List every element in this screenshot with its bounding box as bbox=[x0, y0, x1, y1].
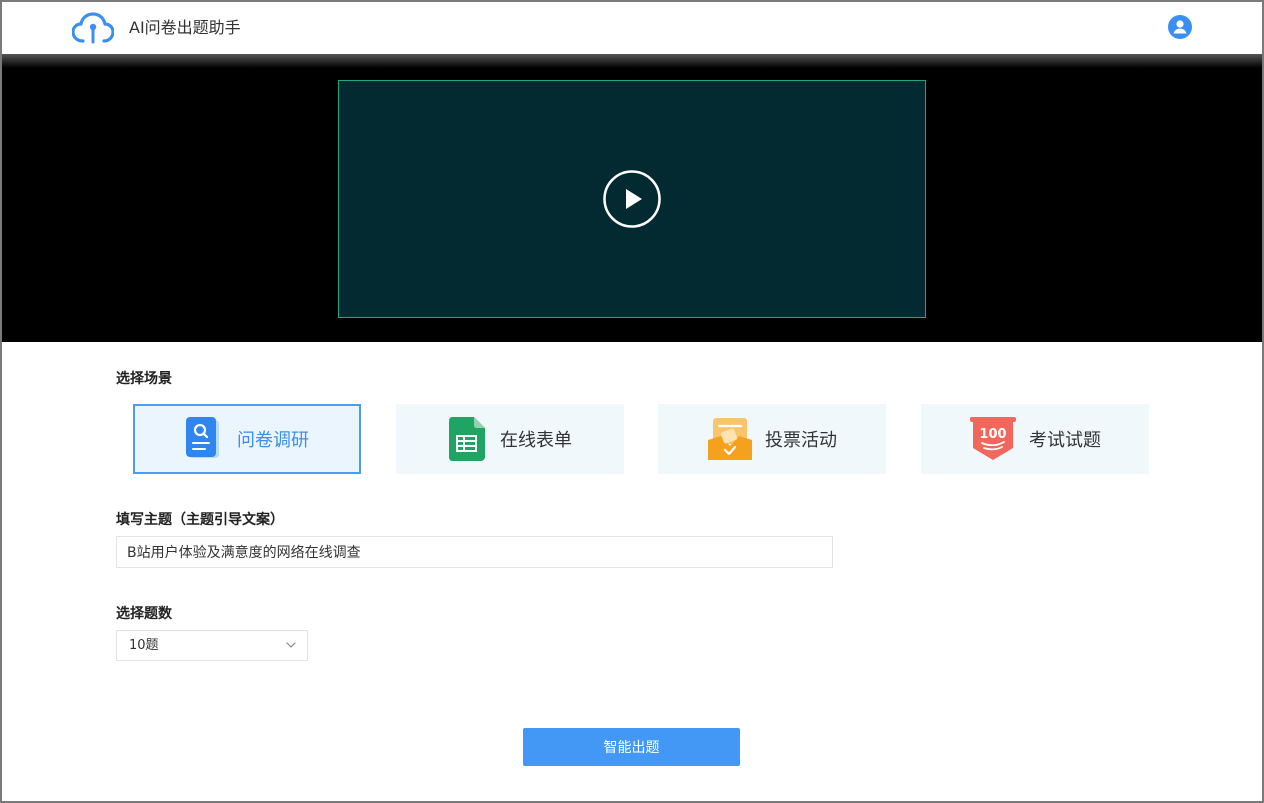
hero-banner bbox=[2, 54, 1262, 342]
cloud-upload-icon bbox=[72, 12, 114, 44]
topic-input[interactable] bbox=[116, 536, 833, 568]
hero-shadow bbox=[2, 54, 1262, 68]
play-icon[interactable] bbox=[603, 170, 661, 228]
app-title: AI问卷出题助手 bbox=[129, 18, 241, 37]
exam-score-100-icon: 100 bbox=[970, 417, 1016, 460]
scene-option-label: 问卷调研 bbox=[237, 430, 309, 451]
scene-section-label: 选择场景 bbox=[116, 371, 172, 387]
spreadsheet-form-icon bbox=[449, 417, 485, 461]
app-window: AI问卷出题助手 选择场景 问卷调研 在线表单 投票活动 100 考试试题 填写… bbox=[0, 0, 1264, 803]
user-avatar-icon[interactable] bbox=[1168, 15, 1192, 39]
survey-document-icon bbox=[186, 417, 219, 458]
video-player[interactable] bbox=[338, 80, 926, 318]
svg-text:100: 100 bbox=[979, 427, 1006, 442]
scene-option-vote[interactable]: 投票活动 bbox=[658, 404, 886, 474]
scene-option-label: 在线表单 bbox=[500, 430, 572, 451]
question-count-select[interactable]: 10题 bbox=[116, 630, 308, 661]
scene-option-exam[interactable]: 100 考试试题 bbox=[921, 404, 1149, 474]
scene-option-form[interactable]: 在线表单 bbox=[396, 404, 624, 474]
count-section-label: 选择题数 bbox=[116, 606, 172, 622]
scene-option-label: 考试试题 bbox=[1029, 430, 1101, 451]
top-header: AI问卷出题助手 bbox=[2, 2, 1262, 54]
topic-section-label: 填写主题（主题引导文案） bbox=[116, 512, 284, 528]
scene-option-label: 投票活动 bbox=[765, 430, 837, 451]
question-count-value: 10题 bbox=[129, 638, 159, 653]
scene-option-survey[interactable]: 问卷调研 bbox=[133, 404, 361, 474]
generate-questions-button[interactable]: 智能出题 bbox=[523, 728, 740, 766]
ballot-box-icon bbox=[708, 418, 752, 460]
chevron-down-icon bbox=[286, 642, 296, 648]
